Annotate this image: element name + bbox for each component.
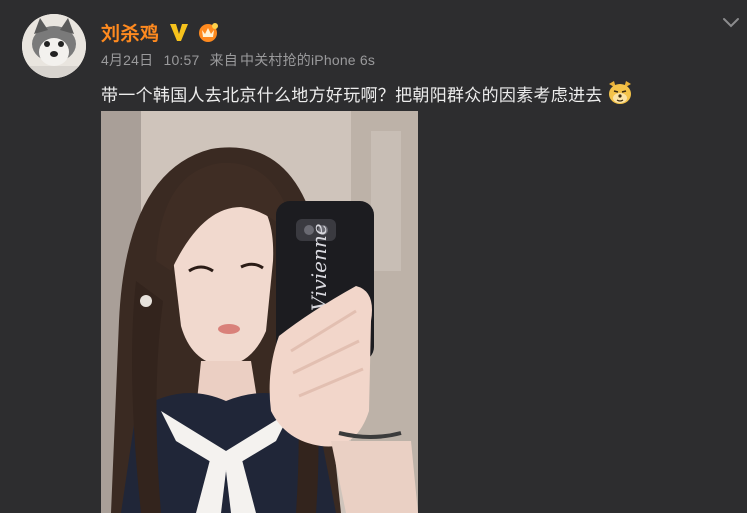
post-photo[interactable]: Vivienne: [101, 111, 418, 513]
post-text: 带一个韩国人去北京什么地方好玩啊？把朝阳群众的因素考虑进去: [101, 80, 634, 106]
post-time: 10:57: [163, 52, 200, 68]
doge-emoji-icon: [606, 80, 634, 106]
name-row: 刘杀鸡: [101, 18, 381, 46]
phone-case-text: Vivienne: [307, 223, 331, 311]
post-body: 带一个韩国人去北京什么地方好玩啊？把朝阳群众的因素考虑进去: [101, 85, 603, 105]
source-prefix: 来自: [209, 52, 238, 68]
post-header: 刘杀鸡 4月24日 10:57 来自 中关村抢的iPhone 6s: [101, 18, 381, 70]
selfie-image: Vivienne: [101, 111, 418, 513]
post-meta: 4月24日 10:57 来自 中关村抢的iPhone 6s: [101, 50, 381, 70]
vip-crown-icon[interactable]: [196, 21, 220, 43]
weibo-post: 刘杀鸡 4月24日 10:57 来自 中关村抢的iPhone 6s 带一个韩国人…: [0, 0, 747, 513]
source-device[interactable]: 中关村抢的iPhone 6s: [240, 52, 375, 68]
chevron-down-icon[interactable]: [722, 16, 740, 28]
avatar[interactable]: [22, 14, 86, 78]
verified-v-icon[interactable]: [168, 21, 190, 43]
avatar-husky-image: [22, 14, 86, 78]
username[interactable]: 刘杀鸡: [101, 19, 160, 46]
post-date: 4月24日: [101, 52, 154, 68]
